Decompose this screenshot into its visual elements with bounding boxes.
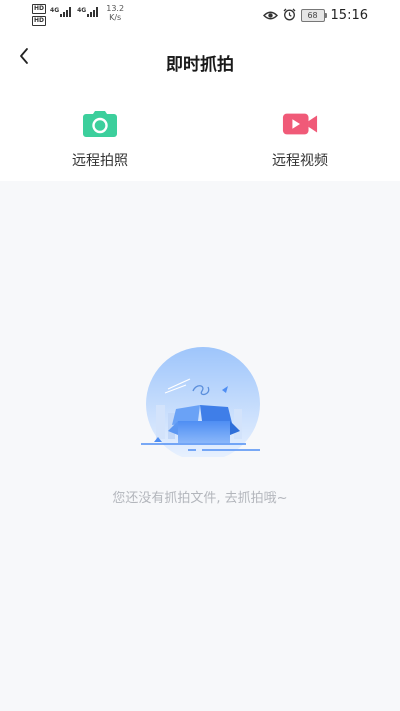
network-speed-unit: K/s	[109, 13, 122, 22]
empty-box-icon	[138, 347, 264, 461]
status-bar: HD HD 4G 4G 13.2 K/s 68 15:16	[0, 0, 400, 30]
status-time: 15:16	[330, 7, 368, 23]
network-signal-1: 4G	[50, 7, 72, 17]
network-type-label: 4G	[50, 7, 60, 14]
signal-icon	[60, 7, 72, 17]
capture-actions: 远程拍照 远程视频	[0, 92, 400, 181]
eye-icon	[262, 6, 278, 25]
status-left: HD HD 4G 4G 13.2 K/s	[32, 4, 124, 26]
empty-state: 您还没有抓拍文件, 去抓拍哦~	[0, 181, 400, 711]
header-bar: 即时抓拍	[0, 30, 400, 92]
video-camera-icon	[282, 110, 318, 138]
network-speed: 13.2 K/s	[106, 4, 124, 22]
network-speed-value: 13.2	[106, 4, 125, 13]
battery-icon: 68	[300, 8, 327, 22]
remote-photo-label: 远程拍照	[72, 153, 128, 169]
signal-icon	[87, 7, 99, 17]
alarm-clock-icon	[283, 6, 296, 25]
empty-state-message: 您还没有抓拍文件, 去抓拍哦~	[112, 491, 288, 506]
hd-badge: HD	[32, 4, 47, 14]
status-right: 68 15:16	[262, 6, 368, 25]
network-signal-2: 4G	[77, 7, 99, 17]
page-title: 即时抓拍	[166, 55, 234, 75]
camera-icon	[82, 110, 118, 138]
network-type-label: 4G	[77, 7, 87, 14]
hd-indicators: HD HD	[32, 4, 47, 26]
hd-badge: HD	[32, 16, 47, 26]
remote-photo-button[interactable]: 远程拍照	[30, 110, 170, 172]
remote-video-button[interactable]: 远程视频	[230, 110, 370, 172]
remote-video-label: 远程视频	[272, 153, 328, 169]
